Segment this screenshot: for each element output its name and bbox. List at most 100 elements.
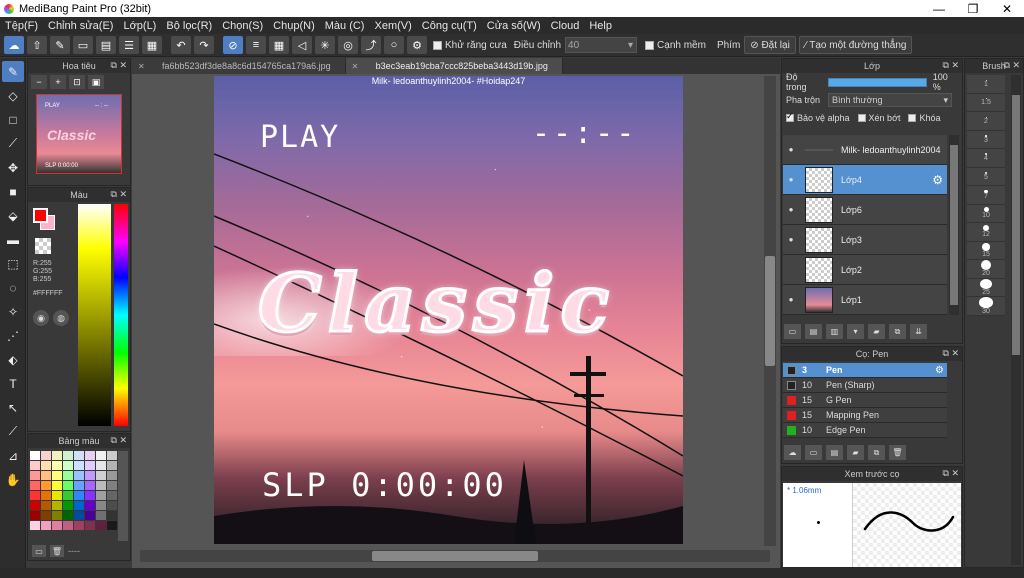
actual-size-icon[interactable]: ▣	[88, 75, 104, 89]
palette-swatch[interactable]	[63, 481, 73, 490]
palette-swatch[interactable]	[30, 461, 40, 470]
palette-swatch[interactable]	[30, 491, 40, 500]
palette-swatch[interactable]	[52, 451, 62, 460]
add-brush-icon[interactable]: ▭	[805, 445, 822, 460]
palette-swatch[interactable]	[63, 451, 73, 460]
palette-swatch[interactable]	[74, 501, 84, 510]
snap-curve-icon[interactable]: ⤴	[361, 36, 381, 54]
palette-swatch[interactable]	[52, 511, 62, 520]
brush-size-cell[interactable]: 30	[967, 297, 1005, 316]
brush-size-cell[interactable]: 10	[967, 204, 1005, 223]
palette-swatch[interactable]	[96, 461, 106, 470]
reset-button[interactable]: ⊘ Đặt lại	[744, 36, 796, 54]
palette-grid[interactable]	[30, 451, 117, 530]
palette-swatch[interactable]	[107, 511, 117, 520]
duplicate-layer-icon[interactable]: ⧉	[889, 324, 906, 339]
brush-tool-icon[interactable]: ✎	[2, 61, 24, 82]
palette-swatch[interactable]	[74, 481, 84, 490]
brush-item[interactable]: 10 Pen (Sharp)	[783, 378, 947, 393]
add-layer-menu-icon[interactable]: ▾	[847, 324, 864, 339]
eye-icon[interactable]: ●	[783, 145, 799, 154]
menu-file[interactable]: Tệp(F)	[0, 20, 43, 32]
fill-rect-tool-icon[interactable]: ■	[2, 181, 24, 202]
correction-select[interactable]: 40 ▾	[565, 37, 638, 53]
palette-swatch[interactable]	[85, 461, 95, 470]
select-eraser-tool-icon[interactable]: ⬖	[2, 349, 24, 370]
panel-controls[interactable]: ⧉ ✕	[943, 60, 959, 71]
gradient-tool-icon[interactable]: ▬	[2, 229, 24, 250]
move-tool-icon[interactable]: ✥	[2, 157, 24, 178]
close-tab-icon[interactable]: ✕	[352, 62, 359, 71]
brush-settings-icon[interactable]: ▤	[826, 445, 843, 460]
protect-alpha-checkbox[interactable]: Bảo vệ alpha	[786, 111, 850, 123]
palette-swatch[interactable]	[96, 481, 106, 490]
menu-help[interactable]: Help	[584, 20, 617, 32]
layer-item[interactable]: ● Lớp4 ⚙	[783, 165, 947, 195]
palette-swatch[interactable]	[63, 491, 73, 500]
palette-swatch[interactable]	[41, 461, 51, 470]
palette-swatch[interactable]	[30, 481, 40, 490]
gear-icon[interactable]: ⚙	[932, 173, 943, 187]
gear-icon[interactable]: ⚙	[935, 365, 944, 376]
canvas-horizontal-scrollbar[interactable]	[140, 550, 770, 562]
palette-swatch[interactable]	[52, 481, 62, 490]
saturation-value-picker[interactable]	[78, 204, 111, 426]
menu-cloud[interactable]: Cloud	[546, 20, 585, 32]
palette-swatch[interactable]	[74, 521, 84, 530]
snap-ellipse-icon[interactable]: ○	[384, 36, 404, 54]
document-tab[interactable]: ✕ b3ec3eab19cba7ccc825beba3443d19b.jpg	[345, 58, 563, 74]
layer-item[interactable]: ● Lớp6	[783, 195, 947, 225]
brush-item[interactable]: 3 Pen ⚙	[783, 363, 947, 378]
brush-size-cell[interactable]: 15	[967, 241, 1005, 260]
rectangle-tool-icon[interactable]: □	[2, 109, 24, 130]
folder-icon[interactable]: ▰	[868, 324, 885, 339]
palette-swatch[interactable]	[74, 491, 84, 500]
palette-swatch[interactable]	[63, 521, 73, 530]
select-tool-icon[interactable]: ⬚	[2, 253, 24, 274]
eye-icon[interactable]: ●	[783, 175, 799, 184]
foreground-color-swatch[interactable]	[33, 208, 48, 223]
brush-size-cell[interactable]: 7	[967, 186, 1005, 205]
palette-swatch[interactable]	[96, 471, 106, 480]
cloud-brush-icon[interactable]: ☁	[784, 445, 801, 460]
opacity-slider[interactable]	[828, 77, 927, 87]
palette-swatch[interactable]	[107, 521, 117, 530]
straight-line-button[interactable]: ∕ Tạo một đường thẳng	[798, 36, 913, 54]
delete-brush-icon[interactable]: 🗑	[889, 445, 906, 460]
maximize-button[interactable]: ❐	[956, 0, 990, 17]
close-tab-icon[interactable]: ✕	[138, 62, 145, 71]
layer-scrollbar[interactable]	[949, 135, 959, 315]
palette-swatch[interactable]	[85, 451, 95, 460]
brush-item[interactable]: 15 Mapping Pen	[783, 408, 947, 423]
panel-controls[interactable]: ⧉ ✕	[1004, 60, 1020, 71]
chat-icon[interactable]: ▭	[73, 36, 93, 54]
palette-swatch[interactable]	[85, 471, 95, 480]
grid-icon[interactable]: ▦	[142, 36, 162, 54]
palette-swatch[interactable]	[107, 461, 117, 470]
panel-controls[interactable]: ⧉ ✕	[111, 189, 127, 200]
color-wheel-icon[interactable]: ◉	[33, 310, 49, 326]
document-icon[interactable]: ▤	[96, 36, 116, 54]
palette-swatch[interactable]	[63, 471, 73, 480]
snap-perspective-icon[interactable]: ◁	[292, 36, 312, 54]
palette-swatch[interactable]	[85, 521, 95, 530]
new-8bit-layer-icon[interactable]: ▥	[826, 324, 843, 339]
brush-size-cell[interactable]: 1.5	[967, 93, 1005, 112]
text-tool-icon[interactable]: T	[2, 373, 24, 394]
navigator-thumbnail[interactable]: PLAY -- : -- Classic SLP 0:00:00	[36, 94, 122, 174]
snap-circle-icon[interactable]: ◎	[338, 36, 358, 54]
palette-swatch[interactable]	[96, 511, 106, 520]
layer-item[interactable]: ● Lớp3	[783, 225, 947, 255]
brush-size-scrollbar[interactable]	[1011, 75, 1021, 565]
palette-swatch[interactable]	[107, 471, 117, 480]
palette-swatch[interactable]	[52, 501, 62, 510]
brush-size-cell[interactable]: 1	[967, 75, 1005, 94]
snap-radial-icon[interactable]: ✳	[315, 36, 335, 54]
minimize-button[interactable]: —	[922, 0, 956, 17]
palette-swatch[interactable]	[30, 451, 40, 460]
panel-controls[interactable]: ⧉ ✕	[111, 435, 127, 446]
palette-swatch[interactable]	[96, 491, 106, 500]
clipping-checkbox[interactable]: Xén bớt	[857, 113, 900, 123]
menu-window[interactable]: Cửa số(W)	[482, 20, 546, 32]
brush-size-cell[interactable]: 12	[967, 223, 1005, 242]
